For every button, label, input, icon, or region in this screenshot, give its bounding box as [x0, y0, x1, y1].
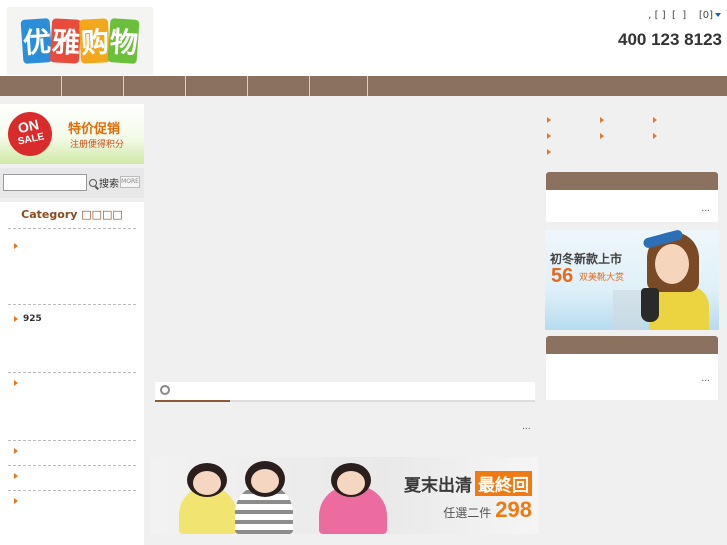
tab-bar[interactable] — [155, 382, 535, 400]
category-title: Category □□□□ — [21, 208, 123, 221]
category-item[interactable] — [14, 448, 23, 454]
category-item[interactable] — [14, 473, 23, 479]
summer-sale-banner[interactable]: 夏末出清 最終回 任選二件 298 — [151, 457, 538, 534]
search-button-label: 搜索 — [99, 179, 119, 190]
banner-offer-text: 任選二件 — [443, 506, 492, 520]
arrow-right-icon — [14, 243, 18, 249]
header: 优 雅 购 物 , [ ] [ ] [0] 400 123 8123 — [0, 0, 727, 76]
divider — [8, 228, 136, 229]
panel-header — [546, 336, 718, 354]
more-link[interactable]: ... — [701, 374, 710, 384]
arrow-right-icon[interactable] — [600, 133, 604, 139]
onsale-banner[interactable]: ON SALE 特价促销 注册便得积分 — [0, 104, 144, 164]
main-nav — [0, 76, 727, 96]
arrow-right-icon — [14, 316, 18, 322]
banner-subtitle: 双美靴大赏 — [579, 273, 625, 283]
nav-item[interactable] — [124, 76, 186, 96]
banner-offer: 任選二件 298 — [443, 497, 532, 523]
category-item[interactable] — [14, 498, 23, 504]
nav-item[interactable] — [186, 76, 248, 96]
top-links-text[interactable]: , [ ] [ ] [0] — [648, 10, 713, 21]
panel-header — [546, 172, 718, 190]
arrow-right-icon[interactable] — [547, 149, 551, 155]
divider — [8, 440, 136, 441]
top-links[interactable]: , [ ] [ ] [0] — [648, 10, 721, 21]
onsale-badge: ON SALE — [3, 107, 57, 161]
search-icon — [89, 178, 97, 187]
banner-title-text: 夏末出清 — [404, 476, 472, 496]
logo-char: 雅 — [49, 18, 82, 64]
onsale-title: 特价促销 — [68, 122, 121, 137]
panel-body: ... — [546, 190, 718, 222]
arrow-right-icon[interactable] — [600, 117, 604, 123]
logo-char: 购 — [78, 18, 111, 64]
onsale-subtitle: 注册便得积分 — [70, 140, 125, 150]
more-link[interactable]: ... — [701, 204, 710, 214]
more-link[interactable]: ... — [522, 422, 531, 432]
category-item[interactable]: 925 — [14, 314, 42, 324]
banner-title: 夏末出清 最終回 — [404, 471, 532, 496]
decor-image — [613, 290, 641, 330]
nav-item[interactable] — [0, 76, 62, 96]
nav-item[interactable] — [248, 76, 310, 96]
hotline-phone: 400 123 8123 — [618, 30, 722, 49]
banner-number: 56 — [551, 265, 574, 287]
arrow-right-icon[interactable] — [653, 133, 657, 139]
category-item[interactable] — [14, 380, 23, 386]
arrow-right-icon[interactable] — [547, 117, 551, 123]
tab-active-indicator — [155, 400, 230, 402]
arrow-right-icon — [14, 380, 18, 386]
arrow-right-icon — [14, 473, 18, 479]
nav-item[interactable] — [62, 76, 124, 96]
more-button[interactable]: MORE — [120, 176, 140, 188]
panel-body: ... — [546, 354, 718, 400]
chevron-down-icon[interactable] — [715, 13, 721, 17]
divider — [8, 304, 136, 305]
category-panel: Category □□□□ 925 — [0, 202, 144, 545]
arrow-right-icon — [14, 498, 18, 504]
model-image — [655, 244, 689, 284]
model-image — [337, 471, 365, 495]
category-item[interactable] — [14, 243, 23, 249]
arrow-right-icon — [14, 448, 18, 454]
banner-title-box: 最終回 — [475, 471, 532, 496]
search-input[interactable] — [3, 174, 87, 191]
divider — [8, 490, 136, 491]
divider — [8, 372, 136, 373]
arrow-right-icon[interactable] — [653, 117, 657, 123]
divider — [8, 465, 136, 466]
model-image — [251, 469, 279, 493]
logo-char: 物 — [107, 18, 140, 64]
circle-icon — [160, 385, 170, 395]
search-button[interactable]: 搜索 — [89, 174, 119, 191]
boot-image — [641, 288, 659, 322]
logo-text: 优 雅 购 物 — [7, 9, 153, 73]
search-box: 搜索 MORE — [0, 168, 144, 198]
category-item-label: 925 — [23, 314, 42, 324]
winter-boots-banner[interactable]: 初冬新款上市 56 双美靴大赏 — [545, 230, 719, 330]
logo-char: 优 — [20, 18, 53, 64]
banner-price: 298 — [495, 497, 532, 522]
site-logo[interactable]: 优 雅 购 物 — [7, 7, 153, 75]
arrow-right-icon[interactable] — [547, 133, 551, 139]
model-image — [193, 471, 221, 495]
nav-item[interactable] — [310, 76, 368, 96]
